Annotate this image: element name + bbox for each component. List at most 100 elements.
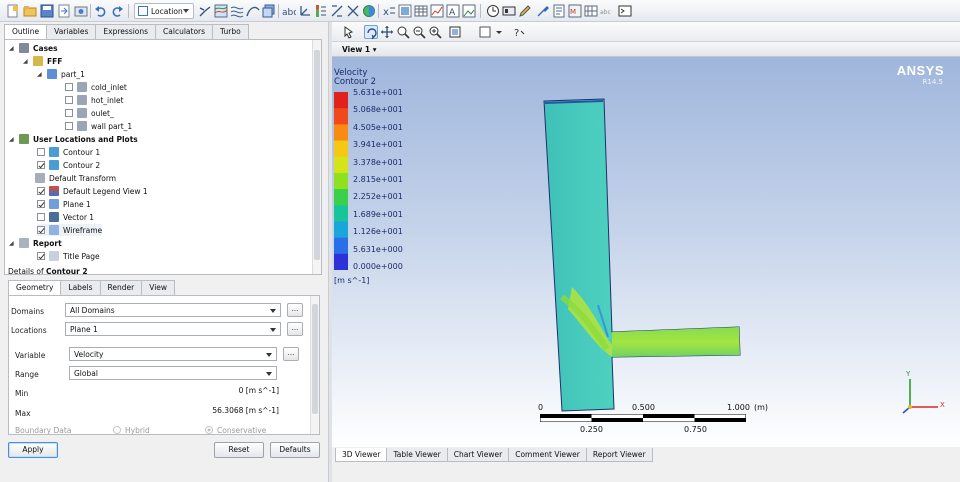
domains-select[interactable]: All Domains — [65, 303, 281, 317]
color-map-icon[interactable] — [362, 4, 376, 18]
tab-3d-viewer[interactable]: 3D Viewer — [335, 448, 388, 462]
tree-item-default-transform[interactable]: Default Transform — [35, 172, 116, 184]
tree-item-case-fff[interactable]: ◢ FFF — [23, 55, 62, 67]
help-icon[interactable]: ? — [512, 25, 526, 39]
scrollbar-thumb[interactable] — [314, 50, 320, 260]
chevron-down-icon[interactable] — [492, 25, 502, 39]
variable-browse-button[interactable]: ... — [283, 347, 299, 361]
tab-calculators[interactable]: Calculators — [155, 24, 214, 39]
redo-icon[interactable] — [110, 4, 124, 18]
locations-select[interactable]: Plane 1 — [65, 322, 281, 336]
new-file-icon[interactable] — [6, 4, 20, 18]
contour-icon[interactable] — [214, 4, 228, 18]
collapse-icon[interactable]: ◢ — [9, 45, 16, 52]
volume-render-icon[interactable] — [262, 4, 276, 18]
figure-icon[interactable] — [462, 4, 476, 18]
fit-view-icon[interactable] — [448, 25, 462, 39]
visibility-checkbox[interactable] — [65, 122, 73, 130]
collapse-icon[interactable]: ◢ — [37, 71, 44, 78]
3d-viewport[interactable]: Velocity Contour 2 5.631e+001 5.068e+001 4… — [332, 57, 960, 447]
tree-item-hot-inlet[interactable]: hot_inlet — [65, 94, 124, 106]
visibility-checkbox[interactable] — [37, 187, 45, 195]
visibility-checkbox[interactable] — [65, 83, 73, 91]
apply-button[interactable]: Apply — [8, 442, 58, 458]
tab-view[interactable]: View — [141, 280, 176, 295]
tab-comment-viewer[interactable]: Comment Viewer — [508, 448, 587, 462]
tab-expressions[interactable]: Expressions — [95, 24, 157, 39]
tab-labels[interactable]: Labels — [60, 280, 101, 295]
viewport-layout-icon[interactable] — [478, 25, 492, 39]
streamline-icon[interactable] — [230, 4, 244, 18]
macro-calculator-icon[interactable]: M — [568, 4, 582, 18]
select-icon[interactable] — [342, 25, 356, 39]
text-icon[interactable]: abc — [282, 4, 296, 18]
probe-icon[interactable] — [536, 4, 550, 18]
view-selector[interactable]: View 1 ▾ — [342, 45, 376, 54]
screenshot-icon[interactable] — [74, 4, 88, 18]
locations-browse-button[interactable]: ... — [287, 322, 303, 336]
open-file-icon[interactable] — [23, 4, 37, 18]
pan-icon[interactable] — [380, 25, 394, 39]
export-icon[interactable] — [57, 4, 71, 18]
tree-item-contour-1[interactable]: Contour 1 — [37, 146, 100, 158]
tree-scrollbar[interactable] — [312, 40, 321, 274]
zoom-fit-icon[interactable] — [428, 25, 442, 39]
rotate-icon[interactable] — [364, 25, 378, 40]
clip-plane-icon[interactable] — [346, 4, 360, 18]
tab-outline[interactable]: Outline — [4, 24, 48, 40]
reset-button[interactable]: Reset — [214, 442, 264, 458]
visibility-checkbox[interactable] — [37, 213, 45, 221]
variable-icon[interactable]: x — [382, 4, 396, 18]
range-select[interactable]: Global — [69, 366, 277, 380]
tree-item-user-locations[interactable]: ◢ User Locations and Plots — [9, 133, 138, 145]
hybrid-radio[interactable] — [113, 426, 121, 434]
tab-table-viewer[interactable]: Table Viewer — [386, 448, 448, 462]
location-dropdown[interactable]: Location — [134, 3, 194, 19]
visibility-checkbox[interactable] — [65, 96, 73, 104]
tree-item-wireframe[interactable]: Wireframe — [37, 224, 103, 236]
tree-item-plane-1[interactable]: Plane 1 — [37, 198, 91, 210]
tab-geometry[interactable]: Geometry — [8, 280, 62, 296]
zoom-box-icon[interactable] — [412, 25, 426, 39]
legend-icon[interactable] — [314, 4, 328, 18]
undo-icon[interactable] — [94, 4, 108, 18]
instance-transform-icon[interactable] — [330, 4, 344, 18]
tree-item-cold-inlet[interactable]: cold_inlet — [65, 81, 127, 93]
expression-icon[interactable] — [398, 4, 412, 18]
tree-item-report[interactable]: ◢ Report — [9, 237, 62, 249]
mesh-calculator-icon[interactable] — [584, 4, 598, 18]
tree-item-cases[interactable]: ◢ Cases — [9, 42, 58, 54]
tree-item-wall-part-1[interactable]: wall part_1 — [65, 120, 132, 132]
animation-icon[interactable] — [502, 4, 516, 18]
tab-turbo[interactable]: Turbo — [212, 24, 249, 39]
quick-editor-icon[interactable] — [518, 4, 532, 18]
scrollbar-thumb[interactable] — [312, 304, 318, 414]
collapse-icon[interactable]: ◢ — [9, 240, 16, 247]
collapse-icon[interactable]: ◢ — [9, 136, 16, 143]
tree-item-part-1[interactable]: ◢ part_1 — [37, 68, 85, 80]
zoom-icon[interactable] — [396, 25, 410, 39]
comment-icon[interactable]: A — [446, 4, 460, 18]
command-editor-icon[interactable] — [618, 4, 632, 18]
chart-icon[interactable] — [430, 4, 444, 18]
visibility-checkbox[interactable] — [37, 200, 45, 208]
visibility-checkbox[interactable] — [37, 252, 45, 260]
visibility-checkbox[interactable] — [37, 148, 45, 156]
tree-item-default-legend-view[interactable]: Default Legend View 1 — [37, 185, 148, 197]
tree-item-vector-1[interactable]: Vector 1 — [37, 211, 94, 223]
coordinate-frame-icon[interactable] — [298, 4, 312, 18]
tree-item-outlet[interactable]: oulet_ — [65, 107, 114, 119]
save-icon[interactable] — [40, 4, 54, 18]
conservative-radio[interactable] — [205, 426, 213, 434]
particle-track-icon[interactable] — [246, 4, 260, 18]
visibility-checkbox[interactable] — [37, 161, 45, 169]
case-comparison-icon[interactable]: abc — [600, 4, 614, 18]
function-calculator-icon[interactable] — [552, 4, 566, 18]
details-scrollbar[interactable] — [310, 296, 319, 434]
table-icon[interactable] — [414, 4, 428, 18]
tab-render[interactable]: Render — [99, 280, 143, 295]
visibility-checkbox[interactable] — [65, 109, 73, 117]
tab-chart-viewer[interactable]: Chart Viewer — [446, 448, 510, 462]
tree-item-title-page[interactable]: Title Page — [37, 250, 100, 262]
tab-report-viewer[interactable]: Report Viewer — [585, 448, 653, 462]
